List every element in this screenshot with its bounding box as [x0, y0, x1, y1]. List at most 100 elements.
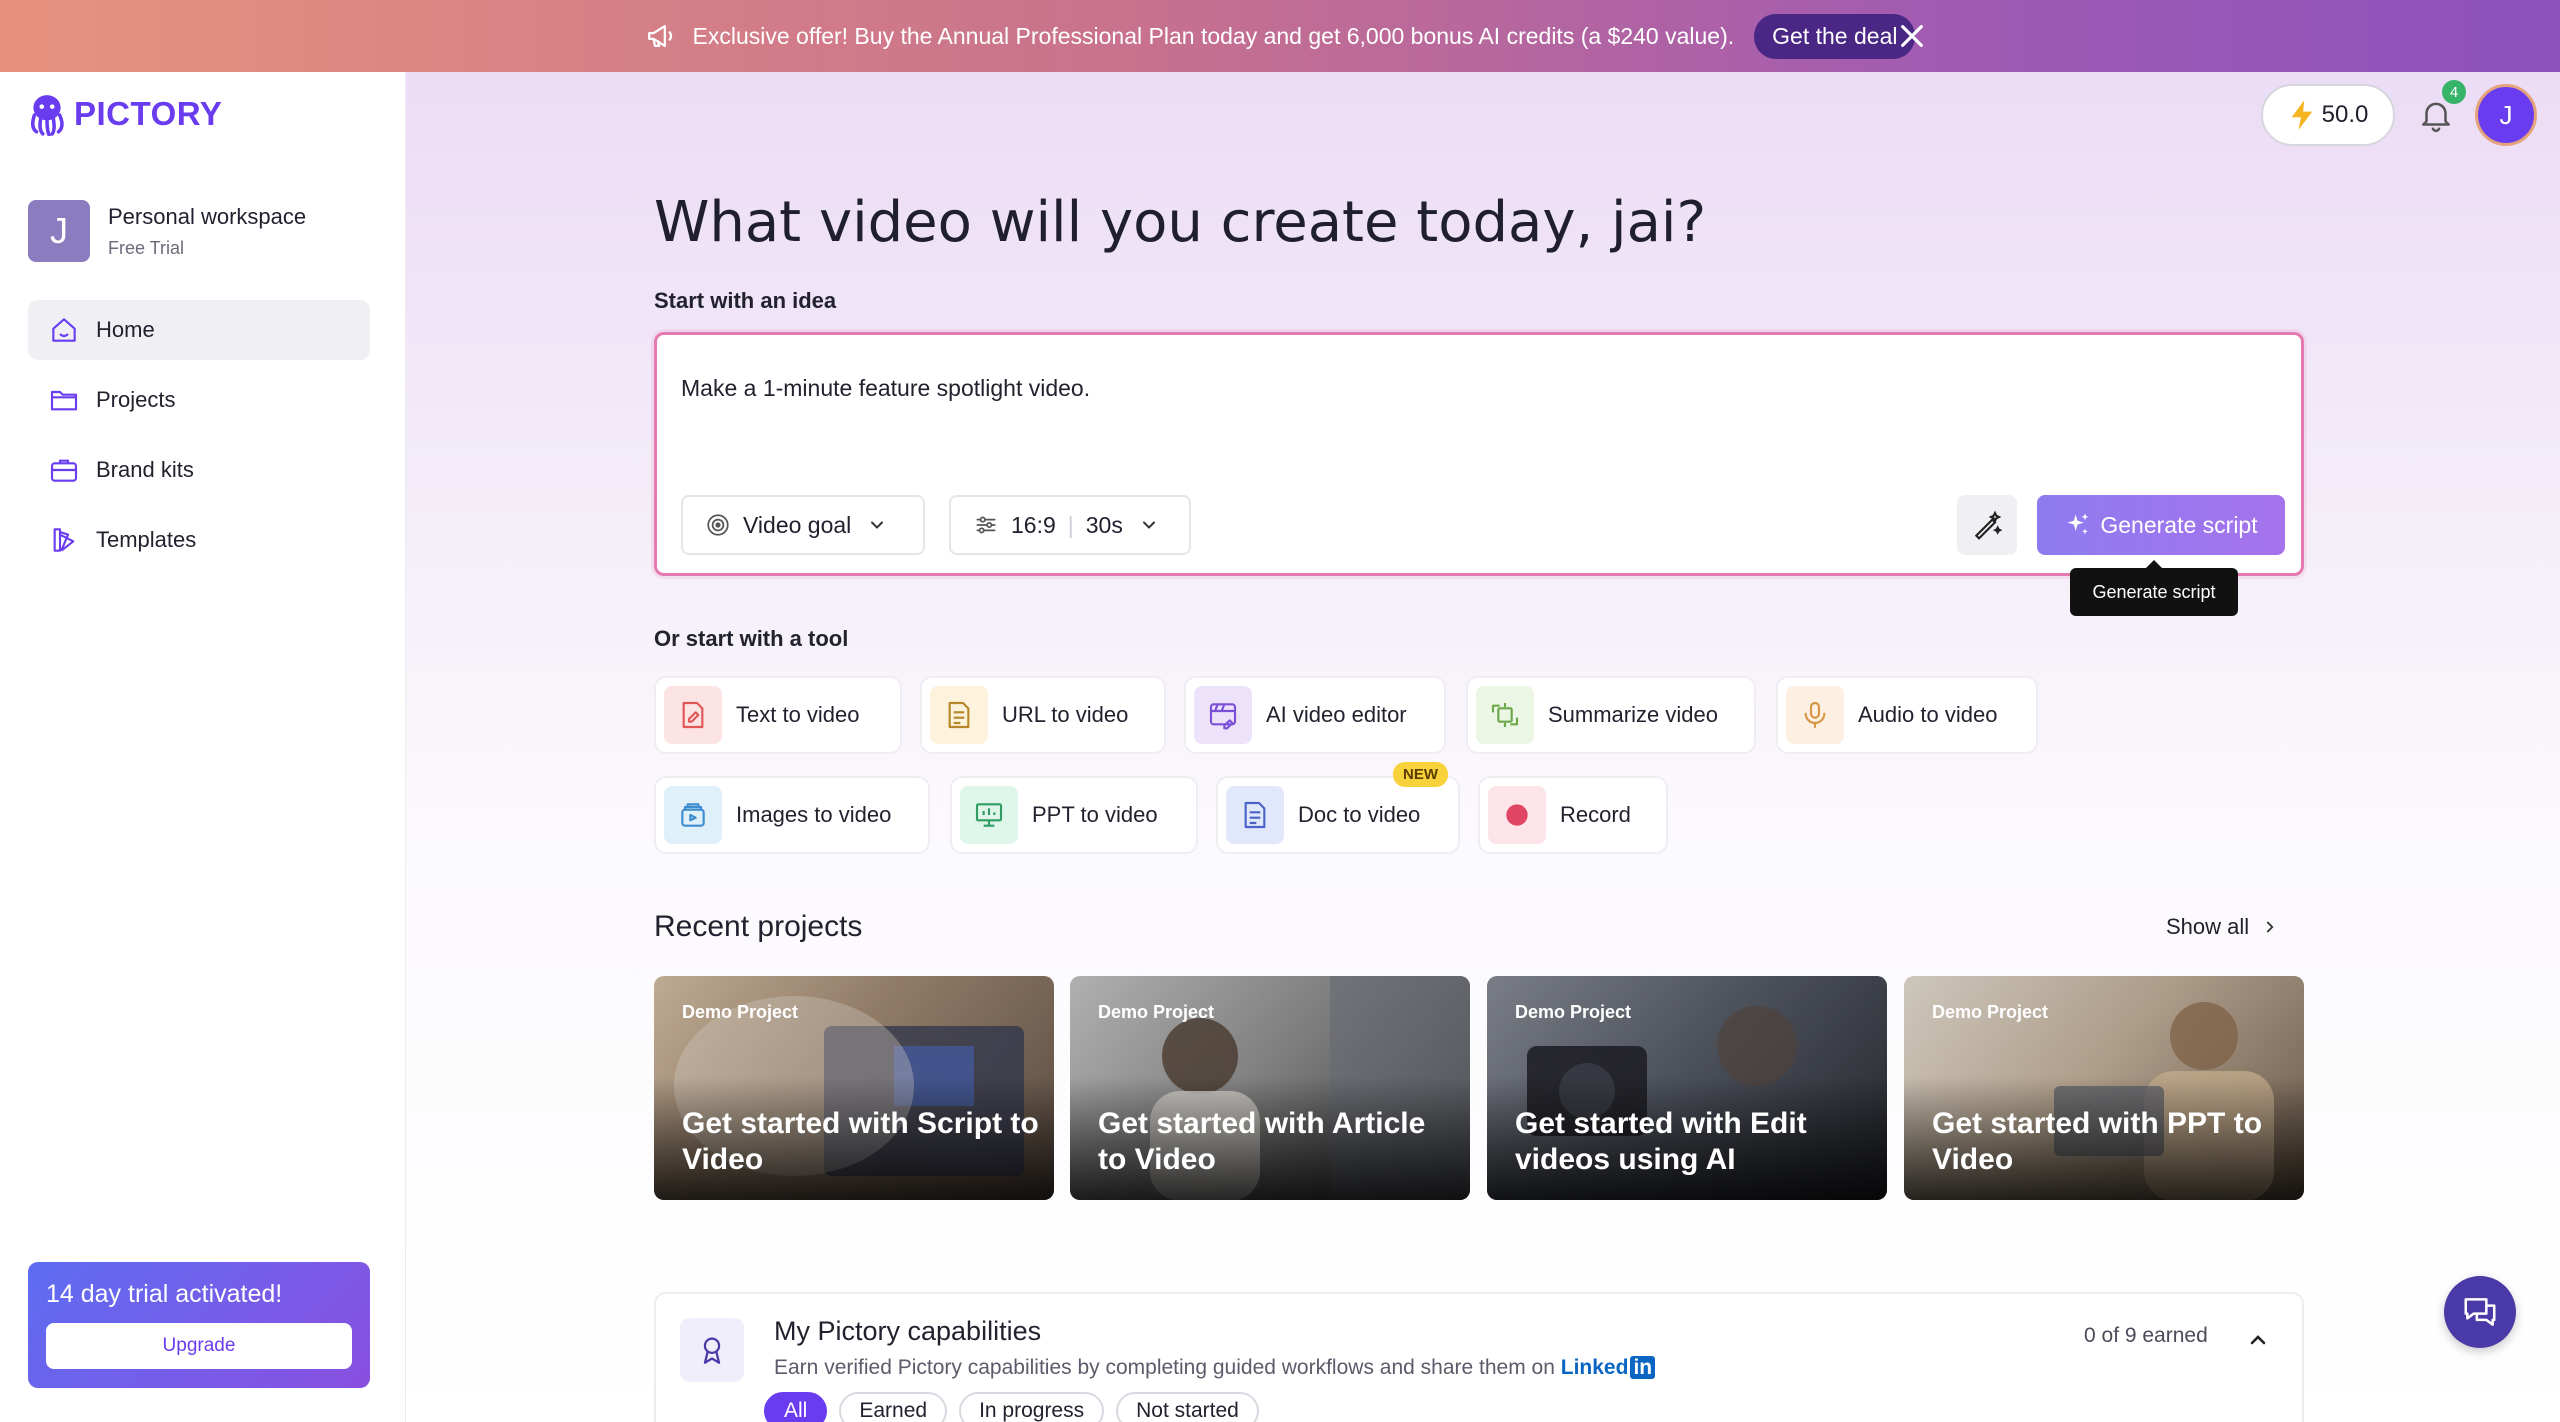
chevron-down-icon	[871, 521, 884, 529]
sidebar-item-projects[interactable]: Projects	[28, 370, 370, 430]
sidebar-item-label: Projects	[96, 387, 176, 412]
tool-label: Doc to video	[1298, 802, 1421, 827]
capabilities-panel: My Pictory capabilities Earn verified Pi…	[654, 1292, 2304, 1422]
video-goal-dropdown[interactable]: Video goal	[681, 495, 925, 555]
tool-label: PPT to video	[1032, 802, 1158, 827]
summarize-icon	[1476, 686, 1534, 744]
sidebar-item-label: Brand kits	[96, 457, 194, 482]
user-avatar[interactable]: J	[2475, 84, 2537, 146]
project-title: Get started with Script to Video	[682, 1107, 1039, 1176]
format-dropdown[interactable]: 16:9 | 30s	[949, 495, 1191, 555]
promo-text: Exclusive offer! Buy the Annual Professi…	[692, 22, 1735, 49]
chevron-up-icon[interactable]	[2246, 1328, 2270, 1352]
project-card[interactable]: Demo Project Get started with Article to…	[1070, 976, 1470, 1200]
trial-card: 14 day trial activated! Upgrade	[28, 1262, 370, 1388]
trial-title: 14 day trial activated!	[46, 1280, 283, 1308]
capabilities-subtitle: Earn verified Pictory capabilities by co…	[774, 1356, 1656, 1380]
tool-ai-video-editor[interactable]: AI video editor	[1184, 676, 1446, 754]
project-title: Get started with Edit videos using AI	[1515, 1107, 1807, 1176]
tool-summarize-video[interactable]: Summarize video	[1466, 676, 1756, 754]
record-icon	[1488, 786, 1546, 844]
filter-all[interactable]: All	[764, 1392, 828, 1422]
sparkles-icon	[2067, 513, 2089, 535]
tool-doc-to-video[interactable]: Doc to video NEW	[1216, 762, 1460, 854]
show-all-label: Show all	[2166, 914, 2250, 939]
generate-script-label: Generate script	[2100, 511, 2258, 538]
main-content: 50.0 4 J What video will you create toda…	[406, 72, 2560, 1422]
ai-editor-icon	[1194, 686, 1252, 744]
sidebar-item-label: Home	[96, 317, 155, 342]
sidebar: PICTORY J Personal workspace Free Trial …	[0, 72, 406, 1422]
credits-button[interactable]: 50.0	[2261, 84, 2395, 146]
video-goal-label: Video goal	[743, 511, 852, 538]
magic-wand-icon	[1974, 510, 2003, 540]
project-card[interactable]: Demo Project Get started with Script to …	[654, 976, 1054, 1200]
capabilities-title: My Pictory capabilities	[774, 1316, 1042, 1346]
templates-icon	[53, 528, 75, 552]
tool-label: Record	[1560, 802, 1631, 827]
workspace-name: Personal workspace	[108, 203, 307, 229]
logo-wordmark: PICTORY	[74, 95, 223, 132]
tool-ppt-to-video[interactable]: PPT to video	[950, 776, 1198, 854]
chat-icon	[2464, 1298, 2496, 1326]
tool-record[interactable]: Record	[1478, 776, 1668, 854]
linkedin-logo: Linked in	[1561, 1356, 1656, 1379]
sidebar-item-home[interactable]: Home	[28, 300, 370, 360]
award-icon	[680, 1318, 744, 1382]
briefcase-icon	[50, 459, 78, 482]
tool-label: URL to video	[1002, 702, 1129, 727]
sidebar-item-label: Templates	[96, 527, 197, 552]
sidebar-item-brand-kits[interactable]: Brand kits	[28, 440, 370, 500]
magic-wand-button[interactable]	[1957, 495, 2017, 555]
octopus-logo-icon	[30, 95, 64, 136]
filter-not-started[interactable]: Not started	[1116, 1392, 1259, 1422]
generate-script-button[interactable]: Generate script	[2037, 495, 2285, 555]
get-deal-button[interactable]: Get the deal	[1754, 13, 1916, 59]
aspect-ratio-value: 16:9	[1011, 511, 1056, 538]
sliders-icon	[976, 516, 996, 534]
tool-url-to-video[interactable]: URL to video	[920, 676, 1166, 754]
lightning-icon	[2291, 100, 2312, 130]
tool-images-to-video[interactable]: Images to video	[654, 776, 930, 854]
tool-text-to-video[interactable]: Text to video	[654, 676, 902, 754]
close-icon[interactable]	[1896, 20, 1928, 52]
target-icon	[707, 514, 729, 536]
tool-label: Images to video	[736, 802, 892, 827]
tools-label: Or start with a tool	[654, 626, 849, 651]
divider: |	[1067, 511, 1074, 538]
filter-earned[interactable]: Earned	[839, 1392, 948, 1422]
tool-label: Audio to video	[1858, 702, 1998, 727]
sidebar-item-templates[interactable]: Templates	[28, 510, 370, 570]
duration-value: 30s	[1085, 511, 1123, 538]
project-card[interactable]: Demo Project Get started with PPT to Vid…	[1904, 976, 2304, 1200]
folder-icon	[50, 390, 78, 411]
upgrade-button[interactable]: Upgrade	[46, 1323, 352, 1369]
idea-input[interactable]: Make a 1-minute feature spotlight video.	[681, 375, 1090, 402]
pictory-logo[interactable]: PICTORY	[26, 92, 222, 136]
promo-banner: Exclusive offer! Buy the Annual Professi…	[0, 0, 2560, 72]
capability-filters: All Earned In progress Not started	[764, 1392, 1271, 1422]
project-tag: Demo Project	[1098, 1002, 1215, 1022]
chevron-right-icon	[2267, 921, 2274, 933]
new-badge: NEW	[1393, 762, 1448, 787]
credits-value: 50.0	[2321, 101, 2369, 128]
tool-audio-to-video[interactable]: Audio to video	[1776, 676, 2038, 754]
text-to-video-icon	[664, 686, 722, 744]
show-all-link[interactable]: Show all	[2166, 914, 2279, 940]
page-title: What video will you create today, jai?	[654, 190, 1707, 255]
project-title: Get started with Article to Video	[1098, 1107, 1426, 1176]
filter-in-progress[interactable]: In progress	[959, 1392, 1105, 1422]
project-card[interactable]: Demo Project Get started with Edit video…	[1487, 976, 1887, 1200]
megaphone-icon	[647, 24, 672, 48]
tool-label: AI video editor	[1266, 702, 1407, 727]
workspace-plan: Free Trial	[108, 237, 185, 258]
idea-input-box[interactable]: Make a 1-minute feature spotlight video.…	[654, 332, 2304, 576]
notification-badge: 4	[2442, 80, 2466, 104]
microphone-icon	[1786, 686, 1844, 744]
recent-projects-title: Recent projects	[654, 910, 863, 943]
url-icon	[930, 686, 988, 744]
chat-button[interactable]	[2444, 1276, 2516, 1348]
project-title: Get started with PPT to Video	[1932, 1107, 2263, 1176]
workspace-switcher[interactable]: J Personal workspace Free Trial	[28, 200, 306, 262]
idea-label: Start with an idea	[654, 288, 837, 313]
